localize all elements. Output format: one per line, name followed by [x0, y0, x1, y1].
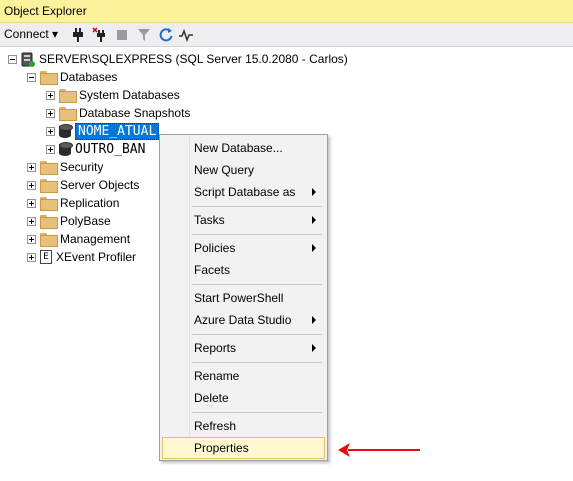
window-title: Object Explorer: [4, 4, 87, 18]
menu-item-label: Start PowerShell: [194, 291, 284, 305]
menu-item-delete[interactable]: Delete: [162, 387, 325, 409]
menu-item-label: New Database...: [194, 141, 283, 155]
server-objects-label: Server Objects: [60, 178, 140, 192]
expand-icon[interactable]: [27, 216, 36, 226]
folder-icon: [40, 71, 58, 85]
menu-item-script-database-as[interactable]: Script Database as: [162, 181, 325, 203]
folder-icon: [40, 197, 58, 211]
expand-icon[interactable]: [46, 90, 55, 100]
submenu-arrow-icon: [312, 188, 316, 196]
folder-icon: [40, 233, 58, 247]
expand-icon[interactable]: [27, 198, 36, 208]
menu-item-label: New Query: [194, 163, 255, 177]
disconnect-icon[interactable]: [92, 27, 108, 43]
menu-separator: [192, 362, 322, 363]
submenu-arrow-icon: [312, 244, 316, 252]
security-label: Security: [60, 160, 104, 174]
toolbar: Connect ▾: [0, 23, 573, 47]
menu-item-azure-data-studio[interactable]: Azure Data Studio: [162, 309, 325, 331]
menu-item-label: Policies: [194, 241, 236, 255]
system-databases-label: System Databases: [79, 88, 180, 102]
tree-node-server-objects[interactable]: Server Objects: [27, 176, 139, 194]
menu-separator: [192, 412, 322, 413]
collapse-icon[interactable]: [27, 72, 36, 82]
database-snapshots-label: Database Snapshots: [79, 106, 191, 120]
management-label: Management: [60, 232, 131, 246]
context-menu: New Database... New Query Script Databas…: [159, 134, 328, 461]
folder-icon: [59, 89, 77, 103]
menu-item-tasks[interactable]: Tasks: [162, 209, 325, 231]
folder-icon: [40, 161, 58, 175]
menu-item-label: Refresh: [194, 419, 237, 433]
expand-icon[interactable]: [27, 234, 36, 244]
filter-icon[interactable]: [136, 27, 152, 43]
expand-icon[interactable]: [46, 126, 55, 136]
tree-node-replication[interactable]: Replication: [27, 194, 119, 212]
expand-icon[interactable]: [27, 252, 36, 262]
refresh-icon[interactable]: [158, 27, 174, 43]
tree-node-management[interactable]: Management: [27, 230, 130, 248]
folder-icon: [40, 179, 58, 193]
activity-monitor-icon[interactable]: [178, 27, 194, 43]
submenu-arrow-icon: [312, 216, 316, 224]
object-explorer-title-bar: Object Explorer: [0, 0, 573, 23]
menu-item-label: Azure Data Studio: [194, 313, 292, 327]
menu-separator: [192, 334, 322, 335]
collapse-icon[interactable]: [8, 54, 17, 64]
submenu-arrow-icon: [312, 344, 316, 352]
server-label: SERVER\SQLEXPRESS (SQL Server 15.0.2080 …: [39, 52, 348, 66]
submenu-arrow-icon: [312, 316, 316, 324]
menu-item-label: Properties: [194, 441, 249, 455]
server-icon: [21, 52, 35, 67]
menu-item-new-query[interactable]: New Query: [162, 159, 325, 181]
menu-item-policies[interactable]: Policies: [162, 237, 325, 259]
red-annotation-arrow-icon: [338, 443, 420, 457]
menu-item-label: Reports: [194, 341, 237, 355]
menu-item-rename[interactable]: Rename: [162, 365, 325, 387]
tree-node-db-nome-atual[interactable]: NOME_ATUAL: [46, 122, 160, 140]
xevent-profiler-label: XEvent Profiler: [56, 250, 137, 264]
tree-node-database-snapshots[interactable]: Database Snapshots: [46, 104, 190, 122]
menu-item-label: Tasks: [194, 213, 225, 227]
expand-icon[interactable]: [27, 162, 36, 172]
menu-item-label: Facets: [194, 263, 231, 277]
db-outro-ban-label: OUTRO_BAN: [75, 141, 146, 157]
expand-icon[interactable]: [46, 108, 55, 118]
menu-item-label: Script Database as: [194, 185, 296, 199]
tree-node-system-databases[interactable]: System Databases: [46, 86, 180, 104]
expand-icon[interactable]: [27, 180, 36, 190]
connect-plug-icon[interactable]: [70, 27, 86, 43]
menu-item-properties[interactable]: Properties: [162, 437, 325, 459]
db-nome-atual-label[interactable]: NOME_ATUAL: [75, 122, 160, 140]
menu-separator: [192, 284, 322, 285]
polybase-label: PolyBase: [60, 214, 111, 228]
menu-item-facets[interactable]: Facets: [162, 259, 325, 281]
menu-item-new-database[interactable]: New Database...: [162, 137, 325, 159]
tree-node-db-outro-ban[interactable]: OUTRO_BAN: [46, 140, 145, 158]
menu-separator: [192, 234, 322, 235]
menu-item-reports[interactable]: Reports: [162, 337, 325, 359]
expand-icon[interactable]: [46, 144, 55, 154]
stop-icon[interactable]: [114, 27, 130, 43]
database-icon: [59, 124, 73, 138]
tree-node-xevent-profiler[interactable]: E XEvent Profiler: [27, 248, 136, 266]
menu-item-start-powershell[interactable]: Start PowerShell: [162, 287, 325, 309]
menu-item-label: Rename: [194, 369, 240, 383]
folder-icon: [59, 107, 77, 121]
xevent-profiler-icon: E: [40, 250, 52, 264]
databases-label: Databases: [60, 70, 118, 84]
tree-node-server[interactable]: SERVER\SQLEXPRESS (SQL Server 15.0.2080 …: [8, 50, 348, 68]
tree-node-security[interactable]: Security: [27, 158, 103, 176]
menu-item-label: Delete: [194, 391, 229, 405]
menu-separator: [192, 206, 322, 207]
connect-dropdown-button[interactable]: Connect ▾: [4, 27, 58, 41]
tree-node-polybase[interactable]: PolyBase: [27, 212, 111, 230]
replication-label: Replication: [60, 196, 120, 210]
database-icon: [59, 142, 73, 156]
tree-node-databases[interactable]: Databases: [27, 68, 117, 86]
folder-icon: [40, 215, 58, 229]
menu-item-refresh[interactable]: Refresh: [162, 415, 325, 437]
